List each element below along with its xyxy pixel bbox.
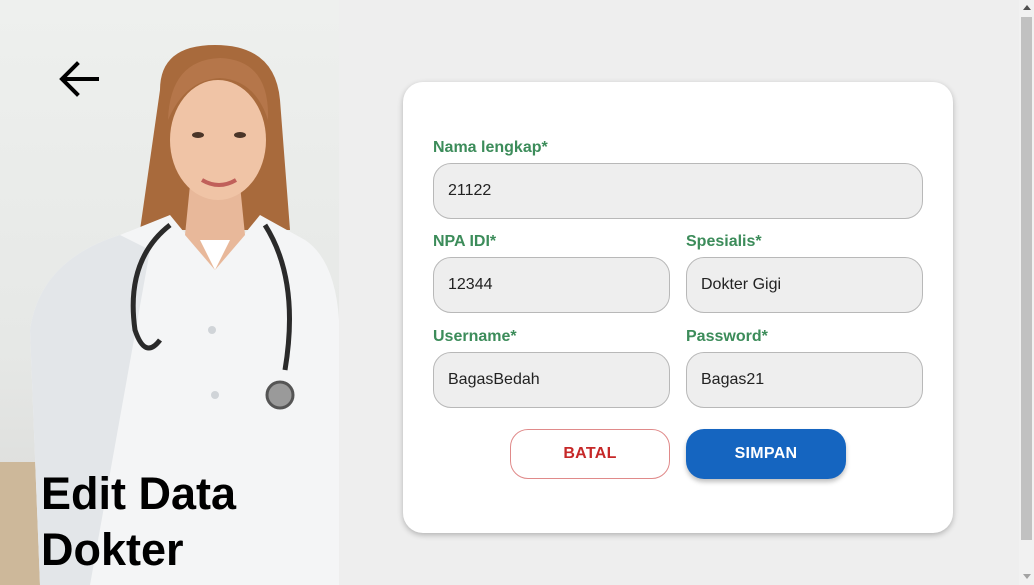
password-input[interactable] bbox=[686, 352, 923, 408]
doctor-photo-panel: Edit Data Dokter bbox=[0, 0, 339, 585]
page-title-line1: Edit Data bbox=[41, 468, 237, 519]
back-button[interactable] bbox=[55, 55, 103, 103]
scrollbar[interactable] bbox=[1019, 0, 1034, 585]
npa-idi-input[interactable] bbox=[433, 257, 670, 313]
spesialis-label: Spesialis* bbox=[686, 233, 762, 250]
username-input[interactable] bbox=[433, 352, 670, 408]
spesialis-input[interactable] bbox=[686, 257, 923, 313]
page-title-line2: Dokter bbox=[41, 524, 184, 575]
nama-lengkap-label: Nama lengkap* bbox=[433, 139, 548, 156]
spesialis-group: Spesialis* bbox=[686, 233, 923, 313]
npa-idi-label: NPA IDI* bbox=[433, 233, 497, 250]
scroll-up-icon[interactable] bbox=[1023, 5, 1031, 10]
nama-lengkap-group: Nama lengkap* bbox=[433, 139, 923, 219]
save-button[interactable]: SIMPAN bbox=[686, 429, 846, 479]
edit-doctor-form-card: Nama lengkap* NPA IDI* Spesialis* Userna… bbox=[403, 82, 953, 533]
cancel-button[interactable]: BATAL bbox=[510, 429, 670, 479]
username-label: Username* bbox=[433, 328, 517, 345]
username-group: Username* bbox=[433, 328, 670, 408]
page-title: Edit Data Dokter bbox=[41, 466, 236, 578]
scroll-down-icon[interactable] bbox=[1023, 574, 1031, 579]
password-label: Password* bbox=[686, 328, 768, 345]
password-group: Password* bbox=[686, 328, 923, 408]
nama-lengkap-input[interactable] bbox=[433, 163, 923, 219]
arrow-left-icon bbox=[59, 61, 99, 97]
npa-idi-group: NPA IDI* bbox=[433, 233, 670, 313]
scrollbar-thumb[interactable] bbox=[1021, 17, 1032, 540]
